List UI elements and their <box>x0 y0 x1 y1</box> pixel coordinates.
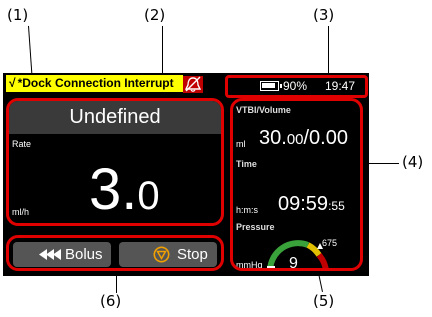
stop-button[interactable]: Stop <box>119 242 217 267</box>
time-unit: h:m:s <box>236 205 259 215</box>
callout-2: (2) <box>144 6 166 24</box>
battery-percentage: 90% <box>283 79 308 93</box>
gauge-yellow-arc <box>306 242 322 257</box>
time-seconds: :55 <box>328 199 345 213</box>
stop-label: Stop <box>177 246 208 263</box>
bolus-button[interactable]: Bolus <box>13 242 111 267</box>
alarm-bell-off-icon[interactable] <box>183 76 203 93</box>
callout-5: (5) <box>313 292 335 310</box>
battery-level-fill <box>262 83 275 88</box>
pressure-title: Pressure <box>236 222 275 232</box>
battery-icon <box>260 81 282 91</box>
vtbi-value-decimal: 00 <box>286 131 304 148</box>
rate-label: Rate <box>12 139 32 149</box>
time-title: Time <box>236 159 257 169</box>
rate-unit: ml/h <box>12 207 30 217</box>
pump-screen: √ *Dock Connection Interrupt 90% 19:47 Un… <box>3 73 369 276</box>
time-remaining-value[interactable]: 09:59:55 <box>278 194 345 214</box>
parameter-panel[interactable]: VTBI/Volume ml 30.00/0.00 Time h:m:s 09:… <box>230 98 363 271</box>
volume-value: /0.00 <box>303 127 348 149</box>
infusion-info-panel[interactable]: Undefined Rate 3.0 ml/h <box>6 98 224 226</box>
fast-rewind-icon <box>39 242 63 268</box>
callout-3: (3) <box>313 6 335 24</box>
vtbi-unit: ml <box>236 139 246 149</box>
rate-value-decimal: 0 <box>137 174 160 218</box>
vtbi-value-integer: 30. <box>259 127 287 149</box>
system-status-area: 90% 19:47 <box>225 75 368 98</box>
soft-key-bar: Bolus Stop <box>6 235 224 271</box>
system-time: 19:47 <box>325 79 356 93</box>
leader-line-3 <box>328 26 329 76</box>
vtbi-volume-value[interactable]: 30.00/0.00 <box>259 128 348 148</box>
alarm-message-text: *Dock Connection Interrupt <box>17 76 174 90</box>
vtbi-volume-title: VTBI/Volume <box>236 105 291 115</box>
pressure-max-limit: 675 <box>322 238 338 248</box>
pressure-unit: mmHg <box>236 260 263 270</box>
drug-name[interactable]: Undefined <box>9 101 221 134</box>
alarm-message-bar[interactable]: √ *Dock Connection Interrupt <box>6 75 183 92</box>
callout-1: (1) <box>7 6 29 24</box>
pressure-value: 9 <box>289 255 298 271</box>
callout-6: (6) <box>100 292 122 310</box>
acknowledged-check-icon: √ <box>9 76 16 90</box>
rate-value-integer: 3. <box>89 157 138 222</box>
callout-4: (4) <box>402 153 424 171</box>
gauge-red-arc <box>316 253 329 268</box>
gauge-pointer <box>267 266 275 268</box>
rate-value[interactable]: 3.0 <box>89 161 160 219</box>
bolus-label: Bolus <box>65 246 103 263</box>
time-main: 09:59 <box>278 193 329 215</box>
stop-icon <box>153 246 170 263</box>
